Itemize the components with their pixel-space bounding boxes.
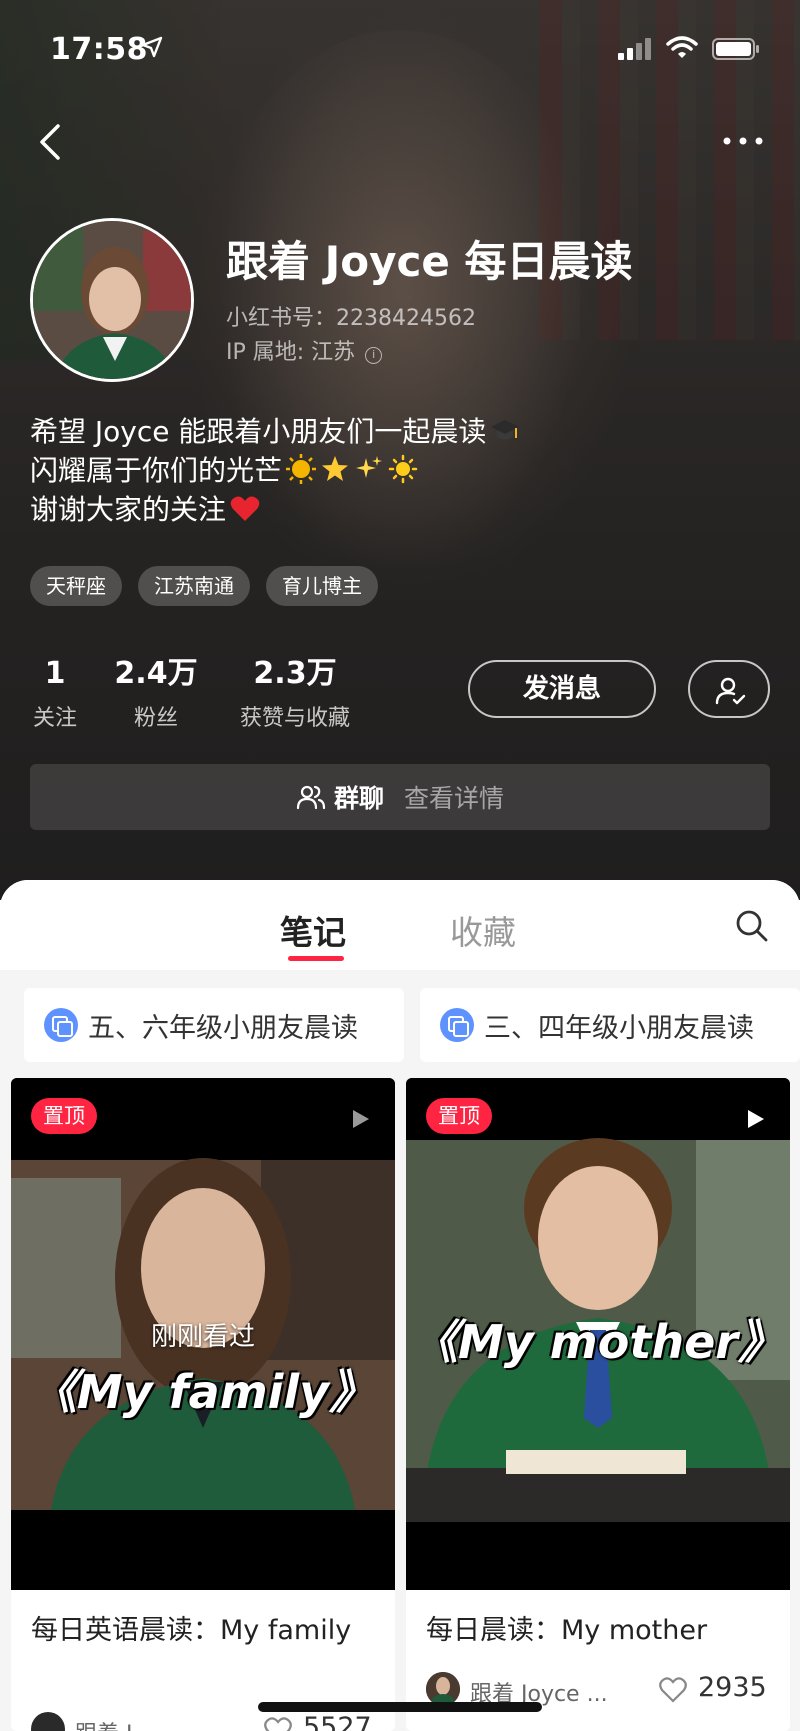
like-count: 2935: [698, 1672, 767, 1703]
red-id: 小红书号：2238424562: [226, 306, 476, 331]
tag-category[interactable]: 育儿博主: [266, 566, 378, 606]
glowing-star-icon: [322, 456, 349, 481]
home-indicator[interactable]: [258, 1702, 542, 1712]
author-avatar[interactable]: [31, 1712, 65, 1731]
sun-icon: [388, 454, 418, 484]
pinned-badge: 置顶: [31, 1098, 97, 1134]
sparkles-icon: [356, 456, 383, 478]
collections-row: 五、六年级小朋友晨读 三、四年级小朋友晨读: [24, 988, 800, 1062]
group-chat-detail: 查看详情: [404, 784, 505, 813]
avatar-image: [33, 221, 191, 379]
back-button[interactable]: [30, 118, 74, 166]
tag-location[interactable]: 江苏南通: [138, 566, 250, 606]
note-cover[interactable]: 置顶 《My mother》: [406, 1078, 790, 1590]
sun-face-icon: [286, 454, 317, 484]
note-cover[interactable]: 置顶 刚刚看过 《My family》: [11, 1078, 395, 1590]
battery-icon: [712, 38, 759, 60]
profile-header: 17:58 跟着 Joyce 每日晨读 小红书号：2238424562 IP 属…: [0, 0, 800, 900]
collection-icon: [44, 1008, 78, 1042]
send-message-button[interactable]: 发消息: [468, 660, 656, 718]
play-icon: [353, 1110, 369, 1128]
stat-following[interactable]: 1 关注: [30, 656, 80, 732]
active-tab-indicator: [288, 956, 344, 961]
avatar[interactable]: [30, 218, 194, 382]
cover-title: 《My mother》: [412, 1315, 784, 1369]
stat-likes-collects[interactable]: 2.3万 获赞与收藏: [230, 656, 360, 732]
tab-collect[interactable]: 收藏: [450, 906, 516, 954]
info-icon[interactable]: i: [365, 347, 383, 364]
group-chat-bar[interactable]: 群聊 查看详情: [30, 764, 770, 830]
chevron-left-icon: [40, 124, 60, 160]
more-dots-icon: [723, 137, 763, 145]
collection-grade-5-6[interactable]: 五、六年级小朋友晨读: [24, 988, 404, 1062]
search-icon: [736, 910, 768, 942]
status-bar: 17:58: [0, 0, 800, 100]
tab-bar: 笔记 收藏: [0, 880, 800, 970]
author-avatar[interactable]: [426, 1672, 460, 1706]
cellular-signal-icon: [618, 38, 651, 60]
profile-tags: 天秤座 江苏南通 育儿博主: [30, 566, 378, 606]
location-arrow-icon: [141, 36, 163, 58]
pinned-badge: 置顶: [426, 1098, 492, 1134]
follow-status-button[interactable]: [688, 660, 770, 718]
status-time: 17:58: [50, 32, 148, 67]
heart-icon[interactable]: [658, 1676, 688, 1704]
bio: 希望 Joyce 能跟着小朋友们一起晨读 闪耀属于你们的光芒 谢谢大家的关注: [30, 412, 520, 529]
bio-line-1: 希望 Joyce 能跟着小朋友们一起晨读: [30, 412, 520, 451]
heart-icon[interactable]: [263, 1716, 293, 1731]
red-heart-icon: [230, 496, 260, 521]
bio-line-2: 闪耀属于你们的光芒: [30, 451, 520, 490]
collection-icon: [440, 1008, 474, 1042]
user-check-icon: [715, 677, 746, 705]
recently-viewed-label: 刚刚看过: [150, 1322, 255, 1352]
collection-grade-3-4[interactable]: 三、四年级小朋友晨读: [420, 988, 800, 1062]
note-meta: 跟着 J... 5527: [31, 1710, 381, 1731]
search-button[interactable]: [734, 908, 770, 944]
note-title[interactable]: 每日晨读：My mother: [426, 1608, 776, 1654]
group-chat-label: 群聊: [333, 784, 384, 813]
tab-notes[interactable]: 笔记: [280, 906, 346, 954]
note-card-my-family[interactable]: 置顶 刚刚看过 《My family》 每日英语晨读：My family 跟着 …: [11, 1078, 395, 1731]
tag-zodiac[interactable]: 天秤座: [30, 566, 122, 606]
like-count: 5527: [303, 1712, 372, 1731]
more-button[interactable]: [718, 126, 768, 156]
note-title[interactable]: 每日英语晨读：My family: [31, 1608, 381, 1654]
content-panel: 笔记 收藏 五、六年级小朋友晨读 三、四年级小朋友晨读 置顶 刚刚看过 《My …: [0, 880, 800, 1731]
author-name[interactable]: 跟着 J...: [75, 1716, 153, 1731]
stat-followers[interactable]: 2.4万 粉丝: [110, 656, 202, 732]
ip-location: IP 属地: 江苏 i: [226, 334, 383, 366]
wifi-icon: [666, 36, 698, 58]
graduation-cap-icon: [491, 420, 520, 440]
note-card-my-mother[interactable]: 置顶 《My mother》 每日晨读：My mother 跟着 Joyce .…: [406, 1078, 790, 1731]
group-users-icon: [296, 785, 326, 810]
bio-line-3: 谢谢大家的关注: [30, 490, 520, 529]
play-icon: [748, 1110, 764, 1128]
cover-title: 《My family》: [30, 1365, 376, 1419]
profile-name: 跟着 Joyce 每日晨读: [226, 237, 633, 286]
